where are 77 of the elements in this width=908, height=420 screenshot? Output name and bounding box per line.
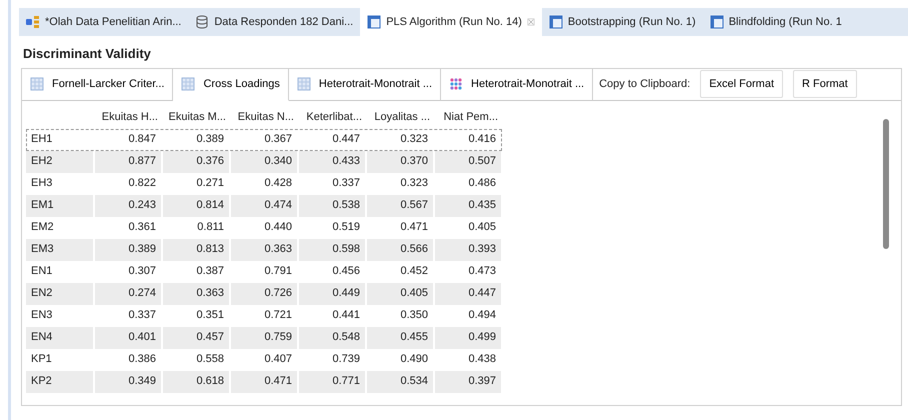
clipboard-label: Copy to Clipboard: — [599, 76, 690, 92]
format-button[interactable]: R Format — [793, 70, 857, 98]
matrix-icon — [449, 77, 464, 91]
sub-tab[interactable]: Heterotrait-Monotrait ... — [441, 68, 594, 100]
editor-tab[interactable]: Blindfolding (Run No. 1 — [702, 8, 849, 36]
table-icon — [548, 15, 563, 29]
table-cell: 0.363 — [230, 238, 298, 260]
table-cell: 0.567 — [366, 194, 434, 216]
table-cell: 0.726 — [230, 282, 298, 304]
column-header: Ekuitas N... — [236, 110, 295, 126]
table-cell: 0.274 — [94, 282, 162, 304]
table-row[interactable]: EM1 0.243 0.814 0.474 0.538 0.567 0.435 — [26, 194, 502, 216]
editor-tab[interactable]: *Olah Data Penelitian Arin... — [19, 8, 188, 36]
table-cell: 0.447 — [434, 282, 502, 304]
table-icon — [30, 77, 44, 91]
table-cell: 0.397 — [434, 370, 502, 392]
table-cell: 0.499 — [434, 326, 502, 348]
table-row[interactable]: EN4 0.401 0.457 0.759 0.548 0.455 0.499 — [26, 326, 502, 348]
sub-tab[interactable]: Heterotrait-Monotrait ... — [288, 68, 442, 100]
table-cell: 0.376 — [162, 150, 230, 172]
row-header: EH2 — [26, 150, 94, 172]
editor-tab[interactable]: Data Responden 182 Dani... — [188, 8, 360, 36]
row-header: EM1 — [26, 194, 94, 216]
table-cell: 0.449 — [298, 282, 366, 304]
table-row[interactable]: EM3 0.389 0.813 0.363 0.598 0.566 0.393 — [26, 238, 502, 260]
table-cell: 0.455 — [366, 326, 434, 348]
row-header: EM3 — [26, 238, 94, 260]
table-icon — [710, 15, 724, 29]
table-row[interactable]: KP2 0.349 0.618 0.471 0.771 0.534 0.397 — [26, 370, 502, 392]
table-cell: 0.771 — [298, 370, 366, 392]
table-cell: 0.877 — [94, 150, 162, 172]
table-row[interactable]: EN2 0.274 0.363 0.726 0.449 0.405 0.447 — [26, 282, 502, 304]
column-header: Keterlibat... — [305, 110, 363, 126]
table-cell: 0.598 — [298, 238, 366, 260]
table-cell: 0.433 — [298, 150, 366, 172]
section-title: Discriminant Validity — [22, 45, 152, 63]
table-cell: 0.243 — [94, 194, 162, 216]
table-icon — [367, 15, 382, 29]
sub-tab[interactable]: Fornell-Larcker Criter... — [22, 68, 174, 100]
table-cell: 0.363 — [162, 282, 230, 304]
database-icon — [195, 15, 210, 29]
row-header: EN4 — [26, 326, 94, 348]
table-cell: 0.370 — [366, 150, 434, 172]
table-cell: 0.471 — [230, 370, 298, 392]
row-header: EN2 — [26, 282, 94, 304]
column-header: Ekuitas H... — [100, 110, 159, 126]
table-cell: 0.538 — [298, 194, 366, 216]
table-cell: 0.435 — [434, 194, 502, 216]
table-cell: 0.474 — [230, 194, 298, 216]
table-cell: 0.457 — [162, 326, 230, 348]
table-cell: 0.548 — [298, 326, 366, 348]
model-icon — [26, 15, 40, 29]
table-icon — [181, 77, 196, 91]
table-cell: 0.349 — [94, 370, 162, 392]
scrollbar-thumb[interactable] — [883, 118, 889, 248]
table-row[interactable]: EH2 0.877 0.376 0.340 0.433 0.370 0.507 — [26, 150, 502, 172]
table-cell: 0.813 — [162, 238, 230, 260]
table-cell: 0.759 — [230, 326, 298, 348]
editor-tab[interactable]: Bootstrapping (Run No. 1) — [542, 8, 703, 36]
column-header: Niat Pem... — [442, 110, 499, 126]
row-header: KP2 — [26, 370, 94, 392]
table-cell: 0.340 — [230, 150, 298, 172]
column-header: Loyalitas ... — [373, 110, 431, 126]
editor-tab[interactable]: PLS Algorithm (Run No. 14) — [360, 8, 542, 36]
table-cell: 0.389 — [94, 238, 162, 260]
table-cell: 0.814 — [162, 194, 230, 216]
table-cell: 0.618 — [162, 370, 230, 392]
close-icon — [526, 18, 535, 26]
format-button[interactable]: Excel Format — [700, 70, 784, 98]
table-cell: 0.393 — [434, 238, 502, 260]
column-header: Ekuitas M... — [168, 110, 227, 126]
table-cell: 0.534 — [366, 370, 434, 392]
table-icon — [296, 77, 311, 91]
table-cell: 0.507 — [434, 150, 502, 172]
table-cell: 0.401 — [94, 326, 162, 348]
table-cell: 0.405 — [366, 282, 434, 304]
table-cell: 0.566 — [366, 238, 434, 260]
